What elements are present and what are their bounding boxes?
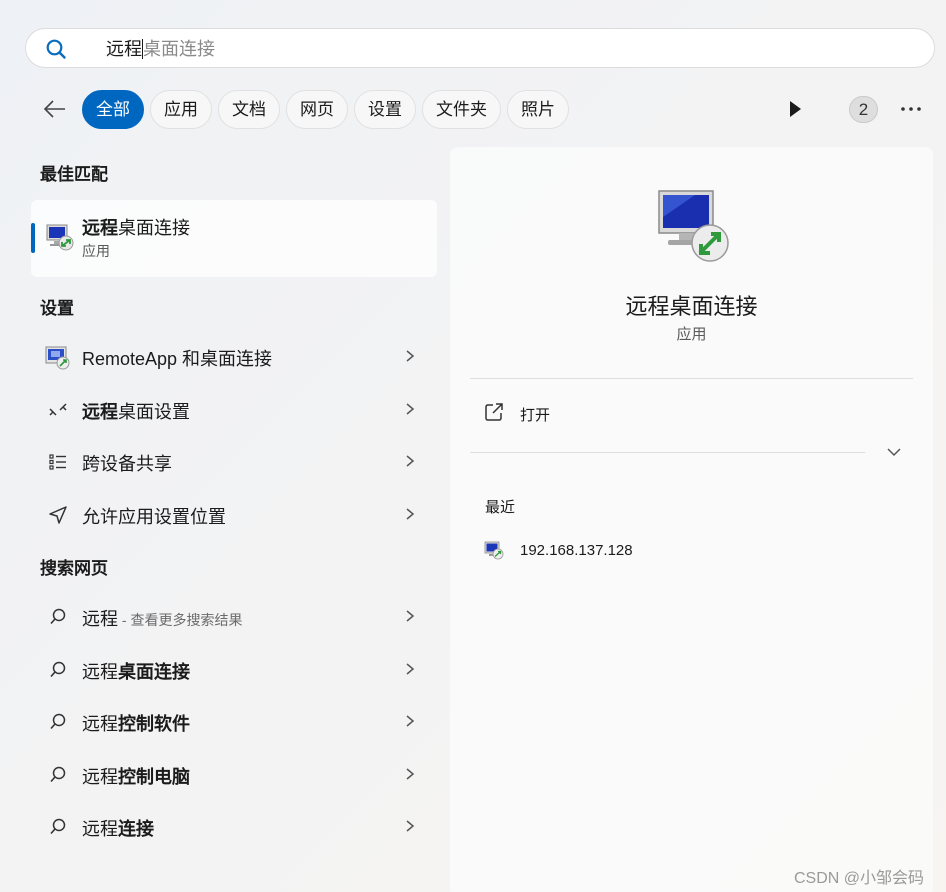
- web-search-label: 远程桌面连接: [82, 662, 190, 682]
- chevron-right-icon: [406, 663, 415, 675]
- tab-all[interactable]: 全部: [82, 90, 144, 129]
- settings-item-label: 跨设备共享: [82, 454, 172, 474]
- chevron-right-icon: [406, 350, 415, 362]
- tab-folders[interactable]: 文件夹: [422, 90, 501, 129]
- chevron-right-icon: [406, 820, 415, 832]
- detail-panel: 远程桌面连接 应用 打开 最近 192.168.137.128: [450, 147, 933, 892]
- chevron-right-icon: [406, 610, 415, 622]
- settings-item-location[interactable]: 允许应用设置位置: [31, 490, 437, 538]
- settings-item-cross-device[interactable]: 跨设备共享: [31, 437, 437, 485]
- settings-heading: 设置: [40, 299, 74, 318]
- back-arrow-icon[interactable]: [42, 97, 68, 121]
- remote-desktop-app-icon: [658, 190, 729, 262]
- filter-tabs: 全部 应用 文档 网页 设置 文件夹 照片: [82, 90, 569, 129]
- tab-apps[interactable]: 应用: [150, 90, 212, 129]
- play-icon[interactable]: [784, 98, 806, 120]
- chevron-down-icon[interactable]: [886, 445, 902, 459]
- remote-desktop-settings-icon: [49, 403, 67, 416]
- selection-indicator: [31, 223, 35, 253]
- list-settings-icon: [49, 454, 66, 470]
- search-icon: [50, 608, 66, 625]
- tab-documents[interactable]: 文档: [218, 90, 280, 129]
- open-label: 打开: [520, 407, 551, 424]
- tab-photos[interactable]: 照片: [507, 90, 569, 129]
- recent-connection-item[interactable]: 192.168.137.128: [470, 532, 770, 568]
- web-search-item[interactable]: 远程控制软件: [31, 697, 437, 745]
- chevron-right-icon: [406, 455, 415, 467]
- search-icon: [50, 766, 66, 783]
- web-search-item[interactable]: 远程桌面连接: [31, 645, 437, 693]
- recent-heading: 最近: [485, 499, 516, 516]
- location-arrow-icon: [49, 506, 67, 524]
- search-input[interactable]: 远程 桌面连接: [106, 38, 215, 60]
- recent-connection-label: 192.168.137.128: [520, 542, 633, 559]
- settings-item-remote-desktop[interactable]: 远程桌面设置: [31, 385, 437, 433]
- web-search-item[interactable]: 远程 - 查看更多搜索结果: [31, 592, 437, 640]
- tab-web[interactable]: 网页: [286, 90, 348, 129]
- settings-item-label: 允许应用设置位置: [82, 507, 226, 527]
- divider: [470, 452, 865, 453]
- web-search-item[interactable]: 远程连接: [31, 802, 437, 850]
- remoteapp-icon: [45, 346, 70, 370]
- best-match-name: 远程桌面连接: [82, 218, 190, 238]
- chevron-right-icon: [406, 715, 415, 727]
- settings-item-label: RemoteApp 和桌面连接: [82, 349, 273, 369]
- open-action[interactable]: 打开: [470, 393, 670, 433]
- chevron-right-icon: [406, 508, 415, 520]
- search-icon: [46, 39, 66, 59]
- search-icon: [50, 661, 66, 678]
- more-options-icon[interactable]: [898, 99, 924, 119]
- remote-desktop-file-icon: [484, 541, 504, 560]
- best-match-heading: 最佳匹配: [40, 165, 108, 184]
- settings-item-label: 远程桌面设置: [82, 402, 190, 422]
- search-autocomplete-suggestion: 桌面连接: [143, 39, 215, 59]
- settings-item-remoteapp[interactable]: RemoteApp 和桌面连接: [31, 332, 437, 380]
- web-search-label: 远程连接: [82, 819, 154, 839]
- best-match-result[interactable]: 远程桌面连接 应用: [31, 200, 437, 277]
- divider: [470, 378, 913, 379]
- open-external-icon: [485, 403, 503, 421]
- search-icon: [50, 713, 66, 730]
- detail-app-type: 应用: [676, 326, 707, 343]
- detail-app-name: 远程桌面连接: [625, 294, 758, 319]
- web-search-label: 远程控制软件: [82, 714, 190, 734]
- search-typed-text: 远程: [106, 39, 142, 59]
- web-search-label: 远程控制电脑: [82, 767, 190, 787]
- remote-desktop-app-icon: [46, 224, 74, 251]
- search-box[interactable]: 远程 桌面连接: [25, 28, 935, 68]
- count-badge[interactable]: 2: [849, 96, 878, 123]
- watermark-text: CSDN @小邹会码: [794, 870, 925, 887]
- web-search-heading: 搜索网页: [40, 559, 108, 578]
- web-search-item[interactable]: 远程控制电脑: [31, 750, 437, 798]
- chevron-right-icon: [406, 403, 415, 415]
- search-icon: [50, 818, 66, 835]
- tab-settings[interactable]: 设置: [354, 90, 416, 129]
- chevron-right-icon: [406, 768, 415, 780]
- best-match-type: 应用: [82, 243, 110, 259]
- web-search-label: 远程 - 查看更多搜索结果: [82, 609, 243, 629]
